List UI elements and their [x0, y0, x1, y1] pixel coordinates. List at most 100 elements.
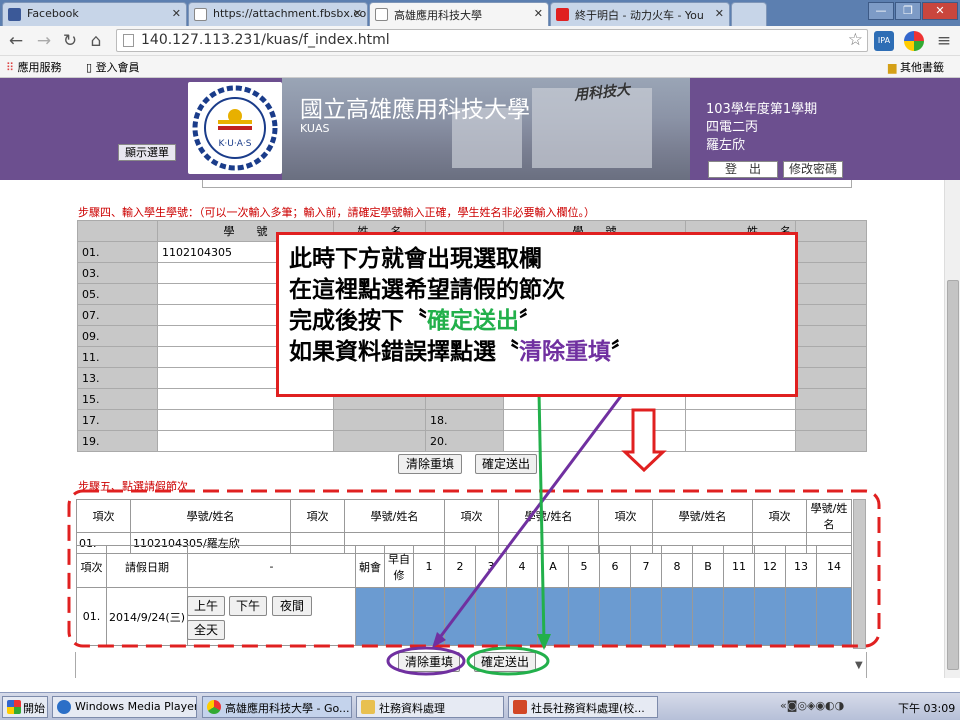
- close-icon[interactable]: ✕: [172, 7, 181, 20]
- powerpoint-icon: [513, 700, 527, 714]
- facebook-icon: [8, 8, 21, 21]
- class-label: 四電二丙: [706, 120, 759, 135]
- taskbar-item[interactable]: 社務資料處理: [356, 696, 504, 718]
- period-header: 13: [785, 545, 817, 588]
- submit-button-step5[interactable]: 確定送出: [474, 652, 536, 672]
- taskbar-item[interactable]: 高雄應用科技大學 - Go...: [202, 696, 352, 718]
- column-header: 項次: [444, 499, 499, 533]
- tab-label: https://attachment.fbsbx.com/: [213, 7, 368, 20]
- close-window-button[interactable]: ✕: [922, 2, 958, 20]
- tab-youtube[interactable]: 終于明白 - 动力火车 - You ✕: [550, 2, 730, 26]
- ipa-extension-icon[interactable]: IPA: [874, 31, 894, 51]
- column-header: 學號/姓名: [652, 499, 753, 533]
- period-cell[interactable]: [785, 587, 817, 646]
- reload-icon[interactable]: ↻: [60, 31, 80, 51]
- url-input[interactable]: 140.127.113.231/kuas/f_index.html ☆: [116, 29, 868, 52]
- student-id-input[interactable]: [503, 430, 686, 452]
- page-icon: [375, 8, 388, 21]
- tab-kuas[interactable]: 高雄應用科技大學 ✕: [369, 2, 549, 26]
- period-cell[interactable]: [537, 587, 569, 646]
- bookmark-login[interactable]: ▯ 登入會員: [86, 59, 140, 75]
- back-icon[interactable]: ←: [6, 31, 26, 51]
- instruction-line: 完成後按下〝確定送出〞: [289, 307, 542, 334]
- inner-scrollbar[interactable]: [853, 499, 866, 649]
- start-button[interactable]: 開始: [2, 696, 48, 718]
- period-cell[interactable]: [630, 587, 662, 646]
- period-cell[interactable]: [692, 587, 724, 646]
- clear-button-step5[interactable]: 清除重填: [398, 652, 460, 672]
- column-header: 項次: [76, 545, 107, 588]
- column-header: 學號/姓名: [130, 499, 291, 533]
- student-name: 羅左欣: [706, 138, 746, 153]
- tab-facebook[interactable]: Facebook ✕: [2, 2, 187, 26]
- morning-button[interactable]: 上午: [187, 596, 225, 616]
- afternoon-button[interactable]: 下午: [229, 596, 267, 616]
- taskbar-item[interactable]: 社長社務資料處理(校...: [508, 696, 658, 718]
- column-header: 項次: [290, 499, 345, 533]
- clear-button-step4[interactable]: 清除重填: [398, 454, 462, 474]
- minimize-button[interactable]: —: [868, 2, 894, 20]
- student-id-input[interactable]: [157, 409, 334, 431]
- period-header: 3: [475, 545, 507, 588]
- period-cell[interactable]: [413, 587, 445, 646]
- period-cell-morning[interactable]: [355, 587, 385, 646]
- period-cell[interactable]: [661, 587, 693, 646]
- period-cell[interactable]: [754, 587, 786, 646]
- period-cell[interactable]: [816, 587, 852, 646]
- school-abbr: KUAS: [300, 122, 330, 135]
- instruction-line: 在這裡點選希望請假的節次: [289, 276, 565, 303]
- period-cell[interactable]: [599, 587, 631, 646]
- table-row: 19. 20.: [77, 430, 867, 452]
- close-icon[interactable]: ✕: [353, 7, 362, 20]
- close-icon[interactable]: ✕: [715, 7, 724, 20]
- change-password-button[interactable]: 修改密碼: [783, 161, 843, 178]
- apps-grid-icon: ⠿: [6, 61, 15, 74]
- column-header: -: [187, 545, 356, 588]
- scroll-thumb[interactable]: [947, 280, 959, 670]
- chrome-icon: [207, 700, 221, 714]
- scroll-down-icon[interactable]: ▼: [855, 660, 863, 671]
- tray-icons[interactable]: «◙◎◈◉◐◑: [780, 699, 844, 712]
- home-icon[interactable]: ⌂: [86, 31, 106, 51]
- bookmark-apps[interactable]: ⠿ 應用服務: [6, 59, 62, 75]
- submit-button-step4[interactable]: 確定送出: [475, 454, 537, 474]
- close-icon[interactable]: ✕: [534, 7, 543, 20]
- site-header: 用科技大 K·U·A·S 國立高雄應用科技大學 KUAS 103學年度第1學期 …: [0, 78, 960, 180]
- period-cell[interactable]: [444, 587, 476, 646]
- select-field-partial[interactable]: [202, 180, 852, 188]
- name-input[interactable]: [685, 430, 796, 452]
- period-cell-early[interactable]: [384, 587, 414, 646]
- semester-label: 103學年度第1學期: [706, 102, 818, 117]
- extension-icon[interactable]: [904, 31, 924, 51]
- column-header: 學號/姓名: [498, 499, 599, 533]
- student-id-input[interactable]: [157, 430, 334, 452]
- bookmarks-bar: ⠿ 應用服務 ▯ 登入會員 ▆ 其他書籤: [0, 56, 960, 78]
- bookmark-other[interactable]: ▆ 其他書籤: [888, 59, 944, 75]
- period-header: 5: [568, 545, 600, 588]
- name-input[interactable]: [333, 430, 426, 452]
- period-cell[interactable]: [475, 587, 507, 646]
- page-scrollbar[interactable]: [944, 180, 960, 678]
- taskbar-item[interactable]: Windows Media Player: [52, 696, 197, 718]
- period-header: 1: [413, 545, 445, 588]
- restore-button[interactable]: ❐: [895, 2, 921, 20]
- table-row: 17. 18.: [77, 409, 867, 431]
- show-menu-button[interactable]: 顯示選單: [118, 144, 176, 161]
- period-cell[interactable]: [723, 587, 755, 646]
- name-input[interactable]: [333, 409, 426, 431]
- period-header: A: [537, 545, 569, 588]
- new-tab-button[interactable]: [731, 2, 767, 26]
- all-day-button[interactable]: 全天: [187, 620, 225, 640]
- forward-icon[interactable]: →: [34, 31, 54, 51]
- period-header: 4: [506, 545, 538, 588]
- period-cell[interactable]: [568, 587, 600, 646]
- night-button[interactable]: 夜間: [272, 596, 312, 616]
- tab-attachment[interactable]: https://attachment.fbsbx.com/ ✕: [188, 2, 368, 26]
- star-icon[interactable]: ☆: [848, 30, 863, 50]
- youtube-icon: [556, 8, 569, 21]
- logout-button[interactable]: 登 出: [708, 161, 778, 178]
- name-input[interactable]: [685, 409, 796, 431]
- student-id-input[interactable]: [503, 409, 686, 431]
- menu-icon[interactable]: ≡: [934, 31, 954, 51]
- period-cell[interactable]: [506, 587, 538, 646]
